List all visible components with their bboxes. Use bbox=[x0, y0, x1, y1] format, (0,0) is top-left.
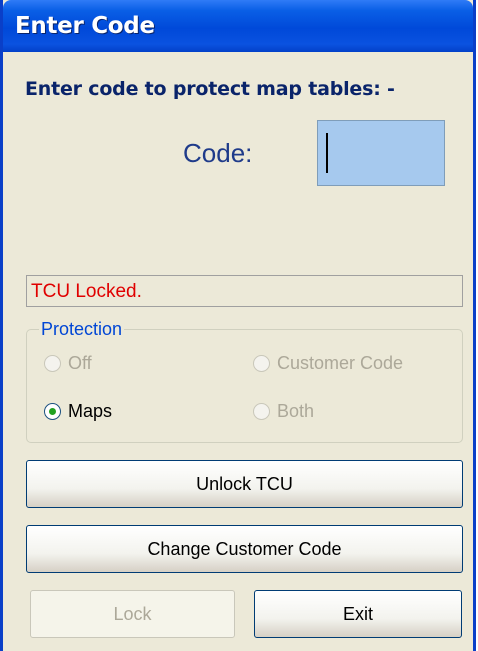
status-field: TCU Locked. bbox=[26, 275, 463, 307]
exit-button[interactable]: Exit bbox=[254, 590, 462, 638]
unlock-tcu-button[interactable]: Unlock TCU bbox=[26, 460, 463, 508]
radio-maps-label: Maps bbox=[68, 401, 113, 421]
radio-customer-code-label: Customer Code bbox=[277, 353, 404, 373]
radio-off[interactable]: Off bbox=[44, 353, 92, 374]
enter-code-dialog: Enter Code Enter code to protect map tab… bbox=[0, 0, 476, 651]
radio-both-label: Both bbox=[277, 401, 315, 421]
change-customer-code-button[interactable]: Change Customer Code bbox=[26, 525, 463, 573]
radio-off-circle-icon bbox=[44, 355, 61, 372]
code-input[interactable] bbox=[317, 120, 445, 186]
title-bar[interactable]: Enter Code bbox=[3, 0, 473, 52]
radio-both[interactable]: Both bbox=[253, 401, 314, 422]
radio-customer-code-circle-icon bbox=[253, 355, 270, 372]
text-caret bbox=[326, 133, 328, 173]
radio-customer-code[interactable]: Customer Code bbox=[253, 353, 403, 374]
radio-maps[interactable]: Maps bbox=[44, 401, 112, 422]
lock-button[interactable]: Lock bbox=[30, 590, 235, 638]
status-text: TCU Locked. bbox=[31, 281, 142, 302]
protection-group: Protection Off Customer Code Maps Both bbox=[26, 319, 463, 443]
radio-both-circle-icon bbox=[253, 403, 270, 420]
window-title: Enter Code bbox=[15, 13, 155, 39]
code-label: Code: bbox=[183, 138, 253, 168]
instruction-text: Enter code to protect map tables: - bbox=[25, 78, 395, 100]
radio-off-label: Off bbox=[68, 353, 92, 373]
radio-maps-circle-icon bbox=[44, 403, 61, 420]
protection-legend: Protection bbox=[39, 319, 125, 340]
